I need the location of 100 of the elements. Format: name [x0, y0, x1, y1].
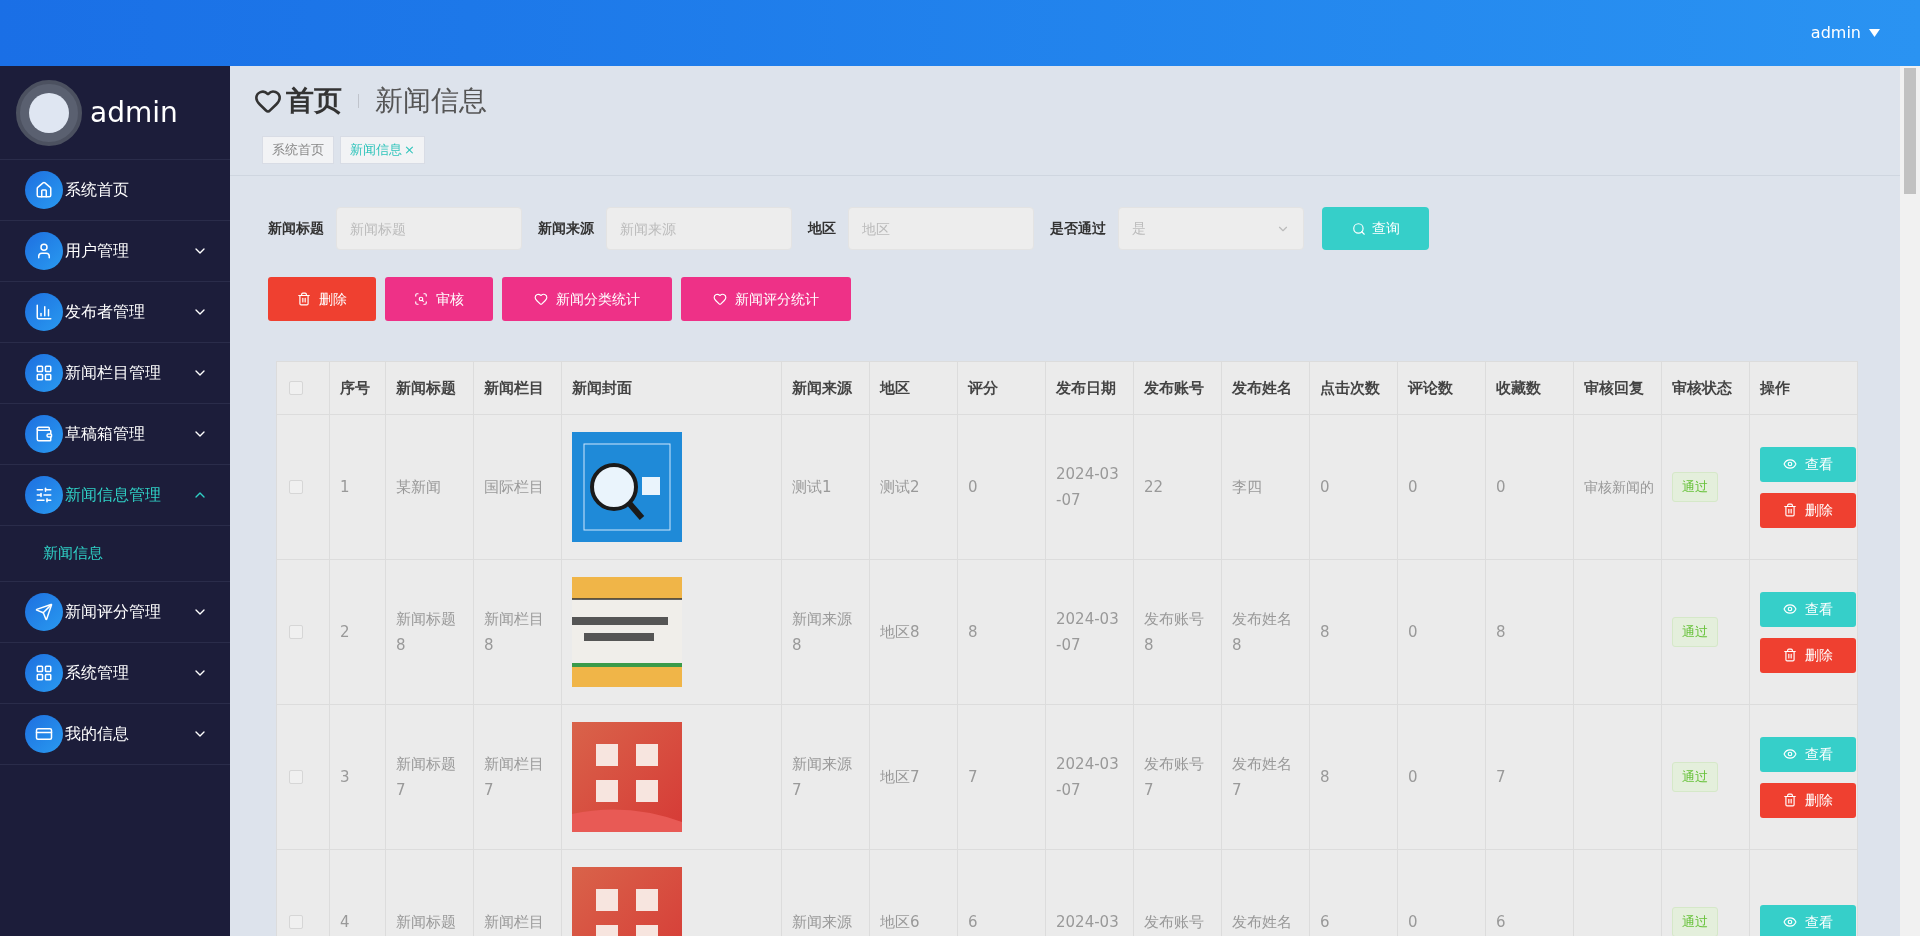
table-cell: 测试1 [792, 478, 832, 496]
sidebar-item[interactable]: 我的信息 [0, 704, 230, 765]
table-cell: 0 [1408, 768, 1418, 786]
table-cell: 新闻栏目7 [484, 755, 544, 799]
table-cell: 1 [340, 478, 350, 496]
caret-icon [1869, 29, 1880, 37]
column-header: 新闻封面 [561, 361, 782, 415]
column-header: 发布日期 [1045, 361, 1134, 415]
sidebar-item[interactable]: 用户管理 [0, 221, 230, 282]
table-cell: 8 [1496, 623, 1506, 641]
checkbox[interactable] [289, 480, 303, 494]
table-cell: 22 [1144, 478, 1164, 496]
table-cell: 国际栏目 [484, 478, 544, 496]
checkbox[interactable] [289, 770, 303, 784]
sidebar-item[interactable]: 新闻信息管理 [0, 465, 230, 526]
scrollbar[interactable] [1900, 66, 1920, 936]
user-menu[interactable]: admin [1810, 21, 1880, 45]
table-cell: 发布姓名 [1232, 913, 1292, 931]
table-cell: 某新闻 [396, 478, 441, 496]
column-header: 新闻来源 [781, 361, 870, 415]
column-header: 审核回复 [1573, 361, 1662, 415]
sidebar-item[interactable]: 新闻栏目管理 [0, 343, 230, 404]
column-header: 操作 [1749, 361, 1858, 415]
breadcrumb-current: 新闻信息 [375, 83, 487, 119]
table-cell: 李四 [1232, 478, 1262, 496]
table-cell: 0 [1496, 478, 1506, 496]
paper-plane-icon [25, 593, 63, 631]
table-cell: 审核新闻的 [1584, 479, 1654, 495]
table-cell: 发布账号8 [1144, 610, 1204, 654]
field-label: 是否通过 [1050, 219, 1106, 238]
status-tag: 通过 [1672, 617, 1718, 647]
table-cell: 发布账号7 [1144, 755, 1204, 799]
action-button[interactable]: 新闻评分统计 [681, 277, 851, 321]
table-cell: 3 [340, 768, 350, 786]
table-cell: 0 [1320, 478, 1330, 496]
breadcrumb-home[interactable]: 首页 [286, 80, 342, 122]
action-button[interactable]: 审核 [385, 277, 493, 321]
column-header: 序号 [329, 361, 386, 415]
action-button[interactable]: 删除 [268, 277, 376, 321]
sidebar-item[interactable]: 草稿箱管理 [0, 404, 230, 465]
page-tab[interactable]: 系统首页 [262, 136, 334, 164]
heart-icon [534, 292, 548, 306]
eye-icon [1783, 915, 1797, 929]
sidebar-subitem[interactable]: 新闻信息 [0, 526, 230, 582]
close-icon[interactable]: × [404, 140, 415, 160]
grid-icon [25, 654, 63, 692]
table-cell: 0 [1408, 478, 1418, 496]
wallet-icon [25, 415, 63, 453]
table-cell: 新闻标题8 [396, 610, 456, 654]
sidebar-item[interactable]: 发布者管理 [0, 282, 230, 343]
sidebar-item[interactable]: 系统管理 [0, 643, 230, 704]
trash-icon [1783, 793, 1797, 807]
table-cell: 8 [968, 623, 978, 641]
sidebar-item[interactable]: 新闻评分管理 [0, 582, 230, 643]
bar-chart-icon [25, 293, 63, 331]
delete-button[interactable]: 删除 [1760, 492, 1856, 528]
delete-button[interactable]: 删除 [1760, 637, 1856, 673]
grid-icon [25, 354, 63, 392]
action-button[interactable]: 新闻分类统计 [502, 277, 672, 321]
trash-icon [297, 292, 311, 306]
table-cell: 2024-03-07 [1056, 610, 1119, 654]
column-header: 审核状态 [1661, 361, 1750, 415]
sidebar-item[interactable]: 系统首页 [0, 160, 230, 221]
checkbox[interactable] [289, 625, 303, 639]
heart-icon [254, 87, 282, 115]
column-header: 评分 [957, 361, 1046, 415]
eye-icon [1783, 747, 1797, 761]
checkbox[interactable] [289, 915, 303, 929]
table-cell: 2 [340, 623, 350, 641]
status-tag: 通过 [1672, 472, 1718, 502]
table-cell: 8 [1320, 623, 1330, 641]
eye-icon [1783, 602, 1797, 616]
table-cell: 发布姓名7 [1232, 755, 1292, 799]
table-cell: 6 [1320, 913, 1330, 931]
scan-icon [414, 292, 428, 306]
page-tab[interactable]: 新闻信息× [340, 136, 425, 164]
eye-icon [1783, 457, 1797, 471]
table-cell: 2024-03-07 [1056, 465, 1119, 509]
column-header: 新闻栏目 [473, 361, 562, 415]
field-label: 新闻来源 [538, 219, 594, 238]
column-header: 发布账号 [1133, 361, 1222, 415]
delete-button[interactable]: 删除 [1760, 782, 1856, 818]
table-cell: 6 [968, 913, 978, 931]
trash-icon [1783, 503, 1797, 517]
card-icon [25, 715, 63, 753]
table-cell: 地区7 [880, 768, 920, 786]
table-cell: 7 [968, 768, 978, 786]
table-cell: 测试2 [880, 478, 920, 496]
person-icon [25, 232, 63, 270]
table-cell: 6 [1496, 913, 1506, 931]
table-cell: 新闻来源 [792, 913, 852, 931]
status-tag: 通过 [1672, 907, 1718, 936]
table-cell: 新闻栏目 [484, 913, 544, 931]
table-cell: 8 [1320, 768, 1330, 786]
house-icon [25, 171, 63, 209]
table-cell: 2024-03 [1056, 913, 1119, 931]
table-cell: 新闻来源8 [792, 610, 852, 654]
table-cell: 0 [1408, 623, 1418, 641]
checkbox[interactable] [289, 381, 303, 395]
table-cell: 2024-03-07 [1056, 755, 1119, 799]
